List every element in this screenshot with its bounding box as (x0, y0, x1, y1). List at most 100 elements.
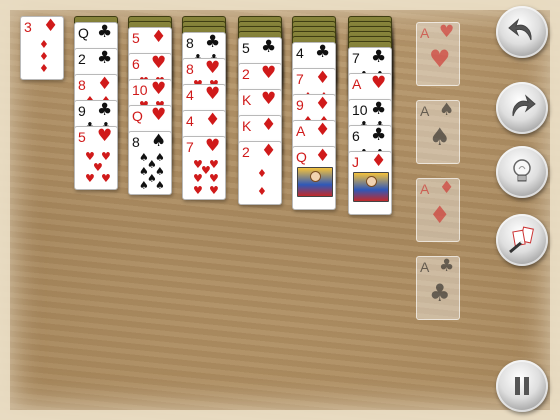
suit-icon: ♣ (371, 47, 387, 67)
card-rank: 8 (186, 61, 194, 77)
card-rank: A (420, 25, 430, 41)
lightbulb-icon (513, 159, 531, 182)
hint-button[interactable] (496, 146, 548, 198)
suit-icon: ♠ (151, 131, 167, 151)
redo-arrow-icon (512, 94, 536, 117)
suit-icon: ♣ (261, 37, 277, 57)
suit-icon: ♥ (371, 73, 387, 93)
suit-icon: ♠ (139, 179, 149, 192)
suit-icon: ♥ (193, 184, 203, 197)
suit-icon: ♥ (429, 45, 451, 73)
suit-icon: ♣ (371, 125, 387, 145)
card-rank: 4 (186, 113, 194, 129)
card-rank: 6 (352, 128, 360, 144)
suit-icon: ♦ (315, 146, 331, 166)
suit-icon: ♥ (261, 63, 277, 83)
suit-icon: ♦ (429, 201, 451, 229)
suit-icon: ♥ (205, 136, 221, 156)
card-rank: 7 (186, 139, 194, 155)
suit-icon: ♦ (315, 120, 331, 140)
playing-card[interactable]: 5 ♥ ♥ ♥ ♥ ♥ ♥ (74, 126, 118, 190)
card-rank: 4 (186, 87, 194, 103)
portrait-head (310, 171, 321, 182)
card-rank: K (242, 92, 252, 108)
suit-icon: ♦ (39, 38, 49, 51)
card-rank: 6 (132, 56, 140, 72)
suit-icon: ♦ (439, 178, 455, 198)
playing-card[interactable]: A ♣ ♣ (416, 256, 460, 320)
suit-icon: ♣ (97, 48, 113, 68)
card-rank: 9 (296, 97, 304, 113)
face-card-portrait (297, 167, 333, 197)
suit-icon: ♦ (257, 185, 267, 198)
suit-icon: ♥ (209, 184, 219, 197)
suit-icon: ♥ (439, 22, 455, 42)
suit-icon: ♥ (151, 53, 167, 73)
face-card-portrait (353, 172, 389, 202)
suit-icon: ♦ (315, 94, 331, 114)
suit-icon: ♠ (439, 100, 455, 120)
pause-button[interactable] (496, 360, 548, 412)
suit-icon: ♦ (261, 141, 277, 161)
suit-icon: ♥ (209, 172, 219, 185)
playing-card[interactable]: A ♦ ♦ (416, 178, 460, 242)
suit-icon: ♠ (429, 123, 451, 151)
playing-card[interactable]: J ♦ (348, 151, 392, 215)
playing-card[interactable]: Q ♦ (292, 146, 336, 210)
card-rank: 5 (78, 129, 86, 145)
card-rank: 3 (24, 19, 32, 35)
suit-icon: ♥ (101, 172, 111, 185)
suit-icon: ♣ (429, 279, 451, 307)
suit-icon: ♦ (315, 68, 331, 88)
card-rank: A (296, 123, 306, 139)
suit-icon: ♣ (97, 22, 113, 42)
card-rank: 5 (132, 30, 140, 46)
playing-card[interactable]: 3 ♦ ♦ ♦ ♦ (20, 16, 64, 80)
undo-arrow-icon (508, 18, 532, 41)
suit-icon: ♥ (261, 89, 277, 109)
playing-card[interactable]: 8 ♠ ♠ ♠ ♠ ♠ ♠ ♠ ♠ ♠ (128, 131, 172, 195)
suit-icon: ♥ (151, 79, 167, 99)
suit-icon: ♥ (85, 172, 95, 185)
redo-button[interactable] (496, 82, 548, 134)
card-rank: Q (296, 149, 307, 165)
suit-icon: ♦ (97, 74, 113, 94)
card-rank: 9 (78, 103, 86, 119)
suit-icon: ♥ (151, 105, 167, 125)
suit-icon: ♦ (39, 50, 49, 63)
playing-card[interactable]: 2 ♦ ♦ ♦ (238, 141, 282, 205)
suit-icon: ♦ (257, 167, 267, 180)
playing-card[interactable]: A ♠ ♠ (416, 100, 460, 164)
suit-icon: ♦ (371, 151, 387, 171)
card-rank: A (420, 181, 430, 197)
suit-icon: ♦ (39, 62, 49, 75)
suit-icon: ♣ (315, 42, 331, 62)
card-rank: 2 (242, 144, 250, 160)
playing-card[interactable]: 7 ♥ ♥ ♥ ♥ ♥ ♥ ♥ ♥ (182, 136, 226, 200)
undo-button[interactable] (496, 6, 548, 58)
suit-icon: ♥ (205, 84, 221, 104)
card-rank: 7 (296, 71, 304, 87)
card-rank: A (352, 76, 362, 92)
portrait-head (366, 176, 377, 187)
card-rank: 8 (186, 35, 194, 51)
card-rank: 2 (78, 51, 86, 67)
card-rank: J (352, 154, 359, 170)
suit-icon: ♣ (205, 32, 221, 52)
suit-icon: ♣ (97, 100, 113, 120)
auto-play-button[interactable] (496, 214, 548, 266)
card-rank: Q (132, 108, 143, 124)
playing-card[interactable]: A ♥ ♥ (416, 22, 460, 86)
suit-icon: ♠ (155, 179, 165, 192)
card-rank: 5 (242, 40, 250, 56)
card-rank: A (420, 259, 430, 275)
suit-icon: ♦ (205, 110, 221, 130)
card-rank: 10 (352, 102, 368, 118)
card-rank: 4 (296, 45, 304, 61)
card-rank: 7 (352, 50, 360, 66)
card-rank: 2 (242, 66, 250, 82)
suit-icon: ♦ (151, 27, 167, 47)
suit-icon: ♥ (205, 58, 221, 78)
suit-icon: ♥ (193, 172, 203, 185)
suit-icon: ♣ (371, 99, 387, 119)
